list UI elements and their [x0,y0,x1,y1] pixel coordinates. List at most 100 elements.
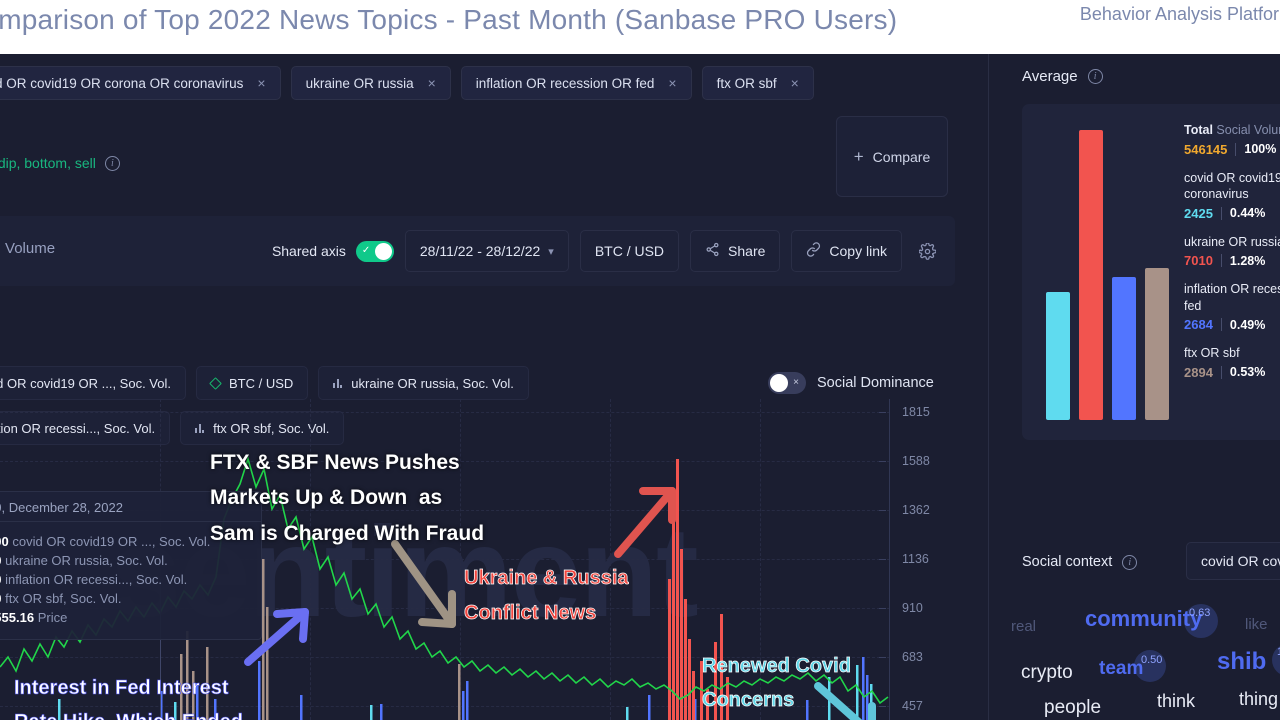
series-chip-btc[interactable]: BTC / USD [195,366,309,400]
bar-ukraine [1079,130,1103,420]
divider [1220,318,1222,331]
date-range-picker[interactable]: 28/11/22 - 28/12/22 ▾ [404,230,569,272]
word-cloud-item[interactable]: shib [1217,648,1266,676]
stat-name: ukraine OR russia [1184,234,1280,249]
word-cloud-item[interactable]: like [1245,616,1268,633]
close-icon[interactable]: × [428,75,436,91]
right-sidebar: Average i Total Social Volume [989,54,1280,720]
y-axis-tick: 1136 [902,552,929,566]
annotation-ftx: FTX & SBF News Pushes Markets Up & Down … [210,451,485,545]
topic-chip[interactable]: inflation OR recession OR fed × [460,66,692,100]
tooltip-label: covid OR covid19 OR ..., Soc. Vol. [12,534,211,549]
series-chip-label: BTC / USD [228,375,294,391]
word-cloud-item[interactable]: thing [1239,689,1278,710]
word-cloud-item[interactable]: real [1011,618,1036,635]
tooltip-row: 39.00 ukraine OR russia, Soc. Vol. [0,553,249,568]
bar-covid [1046,292,1070,420]
diamond-icon [209,376,222,390]
divider [1220,365,1222,379]
stat-percent: 100% [1244,142,1277,156]
shared-axis-control[interactable]: Shared axis ✓ [271,240,394,262]
annotation-ukraine: Ukraine & Russia Conflict News [464,567,629,625]
stat-ftx: ftx OR sbf 2894 0.53% [1184,345,1280,380]
topic-chip[interactable]: ukraine OR russia × [290,66,451,100]
tooltip-label: ftx OR sbf, Soc. Vol. [5,591,122,606]
settings-button[interactable] [913,230,941,272]
social-dominance-toggle[interactable]: × [768,372,806,394]
stat-value: 2425 [1184,205,1213,221]
bar-ftx [1145,268,1169,420]
social-dominance-control[interactable]: × Social Dominance [768,372,934,394]
copy-link-label: Copy link [829,243,887,259]
date-range-value: 28/11/22 - 28/12/22 [419,243,541,259]
word-cloud-item[interactable]: crypto [1021,662,1073,684]
copy-link-button[interactable]: Copy link [791,230,902,272]
shared-axis-toggle[interactable]: ✓ [355,240,394,262]
info-icon[interactable]: i [1122,554,1138,570]
social-context-selected: covid OR covid19 OR ... [1201,553,1280,569]
average-label: Average [1022,68,1078,85]
close-icon[interactable]: × [668,75,676,91]
divider [1220,254,1222,267]
share-icon [705,242,720,260]
series-chip-ukraine[interactable]: ukraine OR russia, Soc. Vol. [318,366,529,400]
stat-value: 2684 [1184,317,1213,332]
stat-value: 2894 [1184,364,1213,380]
annotation-fed: Interest in Fed Interest Rate Hike, Whic… [14,677,244,720]
tooltip-value: $16,555.16 [0,610,35,625]
stat-name: ftx OR sbf [1184,346,1240,360]
average-bar-chart [1046,124,1172,420]
series-legend-row-1: covid OR covid19 OR ..., Soc. Vol. BTC /… [0,366,529,400]
tooltip-value: 48.00 [0,572,2,587]
check-icon: ✓ [361,245,371,256]
tooltip-label: Price [37,610,68,625]
stat-name: inflation OR recession OR fed [1184,282,1280,313]
chart-toolbar: Social Volume Shared axis ✓ 28/11/22 - 2… [0,216,955,286]
topic-chip[interactable]: covid OR covid19 OR corona OR coronaviru… [0,66,281,100]
currency-selector[interactable]: BTC / USD [579,230,680,272]
topic-chip-label: inflation OR recession OR fed [475,75,655,91]
green-keyword-text: buy the dip, bottom, sell [0,155,96,171]
bar-chart-icon [333,378,343,388]
page-title: Comparison of Top 2022 News Topics - Pas… [0,4,898,35]
stat-value: 546145 [1184,141,1228,157]
share-button[interactable]: Share [690,230,781,272]
stat-ukraine: ukraine OR russia 7010 1.28% [1184,234,1280,269]
app-body: covid OR covid19 OR corona OR coronaviru… [0,54,1280,720]
stat-percent: 1.28% [1229,253,1266,268]
word-cloud-item[interactable]: team [1099,658,1143,680]
chevron-down-icon: ▾ [548,245,554,258]
toggle-knob [770,374,788,392]
stat-percent: 0.49% [1229,317,1266,332]
stat-line: 7010 1.28% [1184,253,1280,268]
tooltip-value: 34.00 [0,591,2,606]
stat-name: covid OR covid19 OR coronavirus [1184,170,1280,202]
topic-chips: covid OR covid19 OR corona OR coronaviru… [0,66,814,100]
toolbar-title: Social Volume [0,240,56,257]
word-cloud-item[interactable]: people [1044,697,1101,719]
info-icon[interactable]: i [1087,69,1103,84]
series-chip-covid[interactable]: covid OR covid19 OR ..., Soc. Vol. [0,366,186,400]
info-icon[interactable]: i [104,155,120,171]
tooltip-row: 48.00 inflation OR recessi..., Soc. Vol. [0,572,249,587]
series-chip-label: ukraine OR russia, Soc. Vol. [351,375,514,391]
close-icon[interactable]: × [791,75,799,91]
shared-axis-label: Shared axis [271,243,346,259]
tooltip-value: 39.00 [0,553,2,568]
social-dominance-label: Social Dominance [817,375,934,391]
topic-chip-label: covid OR covid19 OR corona OR coronaviru… [0,75,244,91]
topic-chip[interactable]: ftx OR sbf × [701,66,814,100]
word-cloud-item[interactable]: think [1157,691,1195,712]
word-cloud-item[interactable]: community [1085,606,1202,632]
topic-chip-label: ftx OR sbf [716,75,777,91]
close-icon[interactable]: × [257,75,265,91]
tooltip-row: $16,555.16 Price [0,610,249,625]
stat-name-bold: Total [1184,123,1213,137]
add-compare-button[interactable]: + Compare [836,116,948,197]
stat-percent: 0.53% [1229,365,1266,379]
page-banner: Comparison of Top 2022 News Topics - Pas… [0,0,1280,54]
stat-value: 7010 [1184,253,1213,268]
average-stats: Total Social Volume 546145 100% covid OR… [1184,122,1280,393]
link-icon [806,242,821,260]
average-header: Average i [1022,68,1103,85]
